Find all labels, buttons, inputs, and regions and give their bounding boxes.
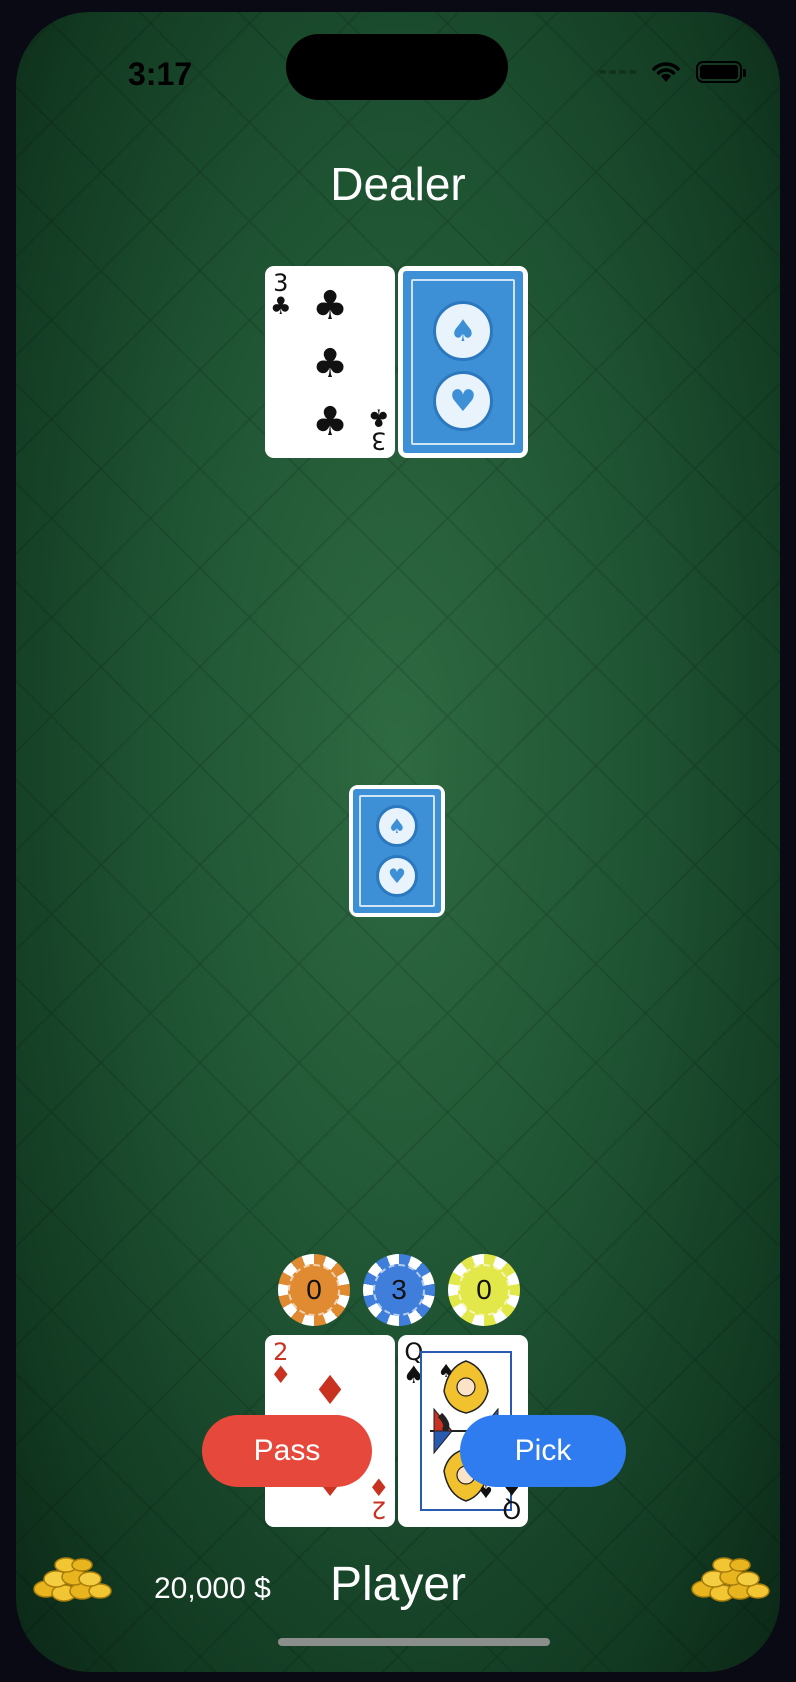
wifi-icon bbox=[652, 62, 680, 82]
chip-yellow[interactable]: 0 bbox=[448, 1254, 520, 1326]
diamond-pip-icon: ♦ bbox=[312, 1368, 348, 1414]
dynamic-island bbox=[286, 34, 508, 100]
card-corner-bottom: 3 ♣ bbox=[368, 404, 390, 455]
home-indicator[interactable] bbox=[278, 1638, 550, 1646]
chip-blue[interactable]: 3 bbox=[363, 1254, 435, 1326]
pick-button[interactable]: Pick bbox=[460, 1415, 626, 1487]
battery-icon bbox=[696, 61, 746, 83]
player-label: Player bbox=[329, 1558, 467, 1611]
cellular-icon bbox=[599, 70, 636, 74]
spade-medallion-icon: ♠ bbox=[433, 301, 493, 361]
club-pip-icon: ♣ bbox=[312, 341, 348, 387]
dealer-label: Dealer bbox=[330, 158, 466, 210]
dealer-card-1: 3 ♣ ♣ ♣ ♣ 3 ♣ bbox=[265, 266, 395, 458]
pass-button[interactable]: Pass bbox=[202, 1415, 372, 1487]
dealer-card-2-back: ♠ ♥ bbox=[398, 266, 528, 458]
status-time: 3:17 bbox=[128, 56, 193, 92]
club-pip-icon: ♣ bbox=[312, 399, 348, 445]
card-corner-bottom: 2 ♦ bbox=[368, 1473, 390, 1524]
club-pip-icon: ♣ bbox=[312, 283, 348, 329]
card-corner-top: 2 ♦ bbox=[270, 1338, 292, 1389]
bet-chips: 0 3 0 bbox=[16, 1254, 780, 1328]
spade-medallion-icon: ♠ bbox=[376, 805, 418, 847]
chip-orange[interactable]: 0 bbox=[278, 1254, 350, 1326]
heart-medallion-icon: ♥ bbox=[376, 855, 418, 897]
card-corner-top: 3 ♣ bbox=[270, 269, 292, 320]
status-icons bbox=[599, 60, 746, 84]
game-table: 3:17 Dealer 3 ♣ ♣ ♣ ♣ 3 ♣ ♠ ♥ ♠ ♥ 0 3 0 … bbox=[16, 12, 780, 1672]
svg-text:♠: ♠ bbox=[438, 1361, 454, 1382]
heart-medallion-icon: ♥ bbox=[433, 371, 493, 431]
device-frame: 3:17 Dealer 3 ♣ ♣ ♣ ♣ 3 ♣ ♠ ♥ ♠ ♥ 0 3 0 … bbox=[0, 0, 796, 1682]
draw-deck[interactable]: ♠ ♥ bbox=[349, 785, 445, 917]
coin-pile-icon bbox=[691, 1557, 770, 1602]
